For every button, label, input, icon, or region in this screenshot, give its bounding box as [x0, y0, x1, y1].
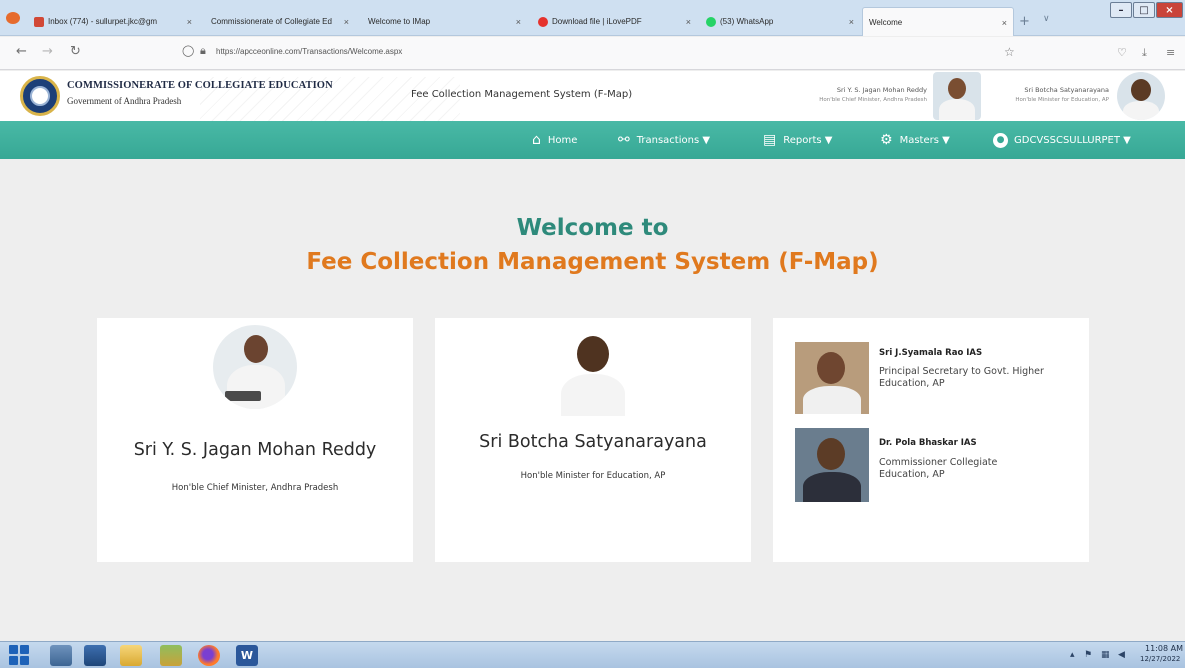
windows-taskbar: W ▴ ⚑ ▦ ◀ 11:08 AM 12/27/2022 — [0, 641, 1185, 668]
nav-home[interactable]: ⌂ Home — [532, 121, 577, 159]
volume-icon[interactable]: ◀ — [1118, 650, 1125, 660]
header-person1-photo — [933, 72, 981, 120]
nav-transactions[interactable]: ⚯ Transactions ▼ — [618, 121, 710, 159]
official1-name: Sri J.Syamala Rao IAS — [879, 348, 983, 358]
close-tab-icon[interactable]: × — [516, 17, 521, 27]
download-icon[interactable]: ⤓ — [1142, 46, 1147, 60]
chevron-down-icon[interactable]: ∨ — [1043, 14, 1050, 24]
server-manager-icon[interactable] — [50, 645, 72, 666]
shield-icon: ◯ — [182, 44, 195, 57]
official2-photo — [795, 428, 869, 502]
url-text[interactable]: https://apcceonline.com/Transactions/Wel… — [216, 47, 402, 56]
powershell-icon[interactable] — [84, 645, 106, 666]
clock-date[interactable]: 12/27/2022 — [1140, 655, 1180, 663]
tab-gmail[interactable]: Inbox (774) - sullurpet.jkc@gm × — [28, 7, 198, 36]
welcome-heading: Welcome to — [516, 215, 669, 241]
minister-designation: Hon'ble Minister for Education, AP — [520, 471, 666, 481]
tab-label: Welcome to IMap — [368, 17, 431, 26]
close-tab-icon[interactable]: × — [344, 17, 349, 27]
header-person1-name: Sri Y. S. Jagan Mohan Reddy — [836, 86, 927, 94]
bookmark-star-icon[interactable]: ☆ — [1004, 45, 1015, 59]
nav-masters-label: Masters ▼ — [899, 134, 950, 146]
tab-imap[interactable]: Welcome to IMap × — [362, 7, 527, 36]
close-tab-icon[interactable]: × — [187, 17, 192, 27]
home-icon: ⌂ — [532, 132, 541, 148]
minister-photo — [555, 328, 631, 416]
nav-transactions-label: Transactions ▼ — [636, 134, 711, 146]
pocket-icon[interactable]: ♡ — [1117, 46, 1127, 59]
app-icon[interactable] — [160, 645, 182, 666]
flag-icon[interactable]: ⚑ — [1084, 650, 1092, 660]
official1-photo — [795, 342, 869, 414]
chief-minister-photo — [213, 325, 297, 409]
tab-label: Welcome — [869, 17, 903, 27]
ilovepdf-icon — [538, 16, 548, 27]
site-navigation: ⌂ Home ⚯ Transactions ▼ ▤ Reports ▼ ⚙ Ma… — [0, 121, 1185, 159]
official1-title: Principal Secretary to Govt. Higher Educ… — [879, 366, 1044, 389]
officials-card: Sri J.Syamala Rao IAS Principal Secretar… — [773, 318, 1089, 562]
header-person2-desig: Hon'ble Minister for Education, AP — [1015, 97, 1109, 103]
menu-icon[interactable]: ≡ — [1166, 46, 1175, 59]
close-window-button[interactable]: × — [1156, 2, 1183, 18]
chief-minister-name: Sri Y. S. Jagan Mohan Reddy — [133, 440, 377, 460]
site-header: COMMISSIONERATE OF COLLEGIATE EDUCATION … — [0, 71, 1185, 121]
system-title: Fee Collection Management System (F-Map) — [411, 89, 633, 100]
transactions-icon: ⚯ — [618, 132, 630, 148]
clock-time[interactable]: 11:08 AM — [1145, 644, 1183, 653]
tab-ilovepdf[interactable]: Download file | iLovePDF × — [532, 7, 697, 36]
tab-commissionerate[interactable]: Commissionerate of Collegiate Ed × — [205, 7, 355, 36]
reload-icon[interactable]: ↻ — [70, 44, 81, 59]
tab-label: Commissionerate of Collegiate Ed — [211, 17, 332, 26]
official2-title: Commissioner Collegiate Education, AP — [879, 457, 998, 480]
settings-icon: ⚙ — [880, 132, 893, 148]
nav-user-menu[interactable]: ● GDCVSSCSULLURPET ▼ — [993, 121, 1131, 159]
back-arrow-icon[interactable]: ← — [16, 44, 27, 59]
tab-welcome[interactable]: Welcome × — [862, 7, 1014, 36]
minister-name: Sri Botcha Satyanarayana — [479, 432, 707, 452]
chief-minister-card: Sri Y. S. Jagan Mohan Reddy Hon'ble Chie… — [97, 318, 413, 562]
file-explorer-icon[interactable] — [120, 645, 142, 666]
minister-card: Sri Botcha Satyanarayana Hon'ble Ministe… — [435, 318, 751, 562]
nav-user-label: GDCVSSCSULLURPET ▼ — [1014, 134, 1131, 146]
nav-reports-label: Reports ▼ — [783, 134, 833, 146]
browser-nav-bar: ← → ↻ ◯ 🔒︎ https://apcceonline.com/Trans… — [0, 37, 1185, 70]
org-subtitle: Government of Andhra Pradesh — [67, 96, 182, 106]
close-tab-icon[interactable]: × — [849, 17, 854, 27]
lock-icon: 🔒︎ — [200, 44, 206, 57]
government-logo — [20, 76, 60, 116]
tab-whatsapp[interactable]: (53) WhatsApp × — [700, 7, 860, 36]
minimize-window-button[interactable]: – — [1110, 2, 1132, 18]
maximize-window-button[interactable]: □ — [1133, 2, 1155, 18]
tab-label: (53) WhatsApp — [720, 17, 774, 26]
tab-label: Inbox (774) - sullurpet.jkc@gm — [48, 17, 158, 26]
welcome-system-title: Fee Collection Management System (F-Map) — [306, 249, 879, 275]
browser-tab-bar: Inbox (774) - sullurpet.jkc@gm × Commiss… — [0, 0, 1185, 36]
tab-label: Download file | iLovePDF — [552, 17, 642, 26]
forward-arrow-icon[interactable]: → — [42, 44, 53, 59]
whatsapp-icon — [706, 16, 716, 27]
nav-reports[interactable]: ▤ Reports ▼ — [763, 121, 832, 159]
close-tab-icon[interactable]: × — [686, 17, 691, 27]
start-button[interactable] — [4, 644, 34, 666]
word-icon[interactable]: W — [236, 645, 258, 666]
close-tab-icon[interactable]: × — [1002, 18, 1007, 28]
browser-menu-icon[interactable] — [6, 12, 20, 24]
gmail-icon — [34, 16, 44, 27]
tray-arrow-icon[interactable]: ▴ — [1070, 650, 1075, 660]
firefox-icon[interactable] — [198, 645, 220, 666]
user-icon: ● — [993, 132, 1008, 148]
header-person2-photo — [1117, 72, 1165, 120]
chief-minister-designation: Hon'ble Chief Minister, Andhra Pradesh — [171, 483, 339, 493]
network-icon[interactable]: ▦ — [1101, 650, 1110, 660]
org-name: COMMISSIONERATE OF COLLEGIATE EDUCATION — [67, 80, 333, 91]
header-person2-name: Sri Botcha Satyanarayana — [1024, 86, 1109, 94]
url-bar[interactable]: ◯ 🔒︎ https://apcceonline.com/Transaction… — [180, 41, 1020, 65]
reports-icon: ▤ — [763, 132, 777, 148]
header-person1-desig: Hon'ble Chief Minister, Andhra Pradesh — [819, 97, 927, 103]
nav-masters[interactable]: ⚙ Masters ▼ — [880, 121, 950, 159]
official2-name: Dr. Pola Bhaskar IAS — [879, 438, 977, 448]
new-tab-icon[interactable]: + — [1019, 14, 1030, 29]
nav-home-label: Home — [547, 134, 578, 146]
